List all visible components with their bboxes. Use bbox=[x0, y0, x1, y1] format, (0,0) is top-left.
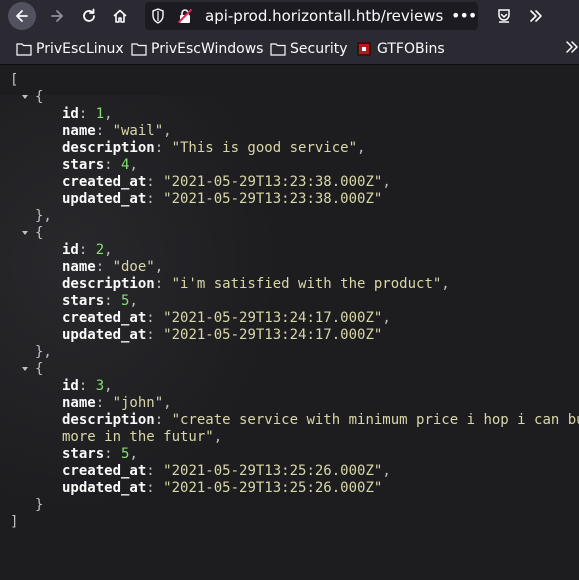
background-image bbox=[0, 95, 280, 515]
tracking-protection-shield-icon[interactable] bbox=[151, 8, 165, 28]
json-value: 3 bbox=[95, 378, 105, 394]
bookmark-label: PrivEscLinux bbox=[36, 41, 124, 57]
json-close-brace: } bbox=[35, 497, 44, 513]
json-key: created_at bbox=[62, 174, 147, 190]
json-row-id: id: 3, bbox=[62, 378, 113, 394]
folder-icon bbox=[16, 42, 32, 56]
json-row-created-at: created_at: "2021-05-29T13:23:38.000Z", bbox=[62, 174, 391, 190]
json-key: updated_at bbox=[62, 327, 147, 343]
gtfobins-favicon bbox=[357, 42, 373, 56]
json-row-id: id: 1, bbox=[62, 106, 113, 122]
json-row-updated-at: updated_at: "2021-05-29T13:23:38.000Z" bbox=[62, 191, 383, 207]
json-key: name bbox=[62, 123, 96, 139]
json-value: "2021-05-29T13:25:26.000Z" bbox=[163, 463, 383, 479]
forward-button[interactable] bbox=[43, 2, 71, 30]
json-value: "2021-05-29T13:24:17.000Z" bbox=[163, 327, 383, 343]
json-key: description bbox=[62, 276, 155, 292]
bookmark-gtfobins[interactable]: GTFOBins bbox=[357, 40, 445, 58]
json-row-description: description: "i'm satisfied with the pro… bbox=[62, 276, 450, 292]
json-row-created-at: created_at: "2021-05-29T13:24:17.000Z", bbox=[62, 310, 391, 326]
json-key: updated_at bbox=[62, 191, 147, 207]
json-value: 1 bbox=[95, 106, 105, 122]
json-value: "create service with minimum price i hop… bbox=[171, 412, 579, 428]
json-value: "2021-05-29T13:24:17.000Z" bbox=[163, 310, 383, 326]
back-button[interactable] bbox=[8, 2, 36, 30]
json-key: created_at bbox=[62, 310, 147, 326]
json-key: stars bbox=[62, 446, 105, 462]
json-row-updated-at: updated_at: "2021-05-29T13:24:17.000Z" bbox=[62, 327, 383, 343]
json-value: "doe" bbox=[112, 259, 155, 275]
json-row-id: id: 2, bbox=[62, 242, 113, 258]
bookmark-label: Security bbox=[290, 41, 348, 57]
json-row-name: name: "wail", bbox=[62, 123, 172, 139]
more-tools-button[interactable] bbox=[522, 2, 550, 30]
json-row-stars: stars: 5, bbox=[62, 446, 138, 462]
json-open-brace: { bbox=[35, 361, 44, 377]
json-value: "i'm satisfied with the product" bbox=[171, 276, 442, 292]
address-bar[interactable]: api-prod.horizontall.htb/reviews ••• bbox=[145, 2, 478, 30]
json-open-brace: { bbox=[35, 89, 44, 105]
bookmark-folder-privesclinux[interactable]: PrivEscLinux bbox=[16, 40, 124, 58]
page-actions-menu[interactable]: ••• bbox=[451, 6, 477, 25]
json-close-brace: }, bbox=[35, 344, 52, 360]
bookmark-folder-privescwindows[interactable]: PrivEscWindows bbox=[131, 40, 263, 58]
json-value: "This is good service" bbox=[171, 140, 358, 156]
json-key: description bbox=[62, 140, 155, 156]
json-key: updated_at bbox=[62, 480, 147, 496]
double-chevron-right-icon bbox=[530, 10, 542, 22]
json-row-stars: stars: 5, bbox=[62, 293, 138, 309]
json-key: description bbox=[62, 412, 155, 428]
bookmark-label: PrivEscWindows bbox=[151, 41, 264, 57]
json-value: "wail" bbox=[112, 123, 164, 139]
reload-button[interactable] bbox=[75, 2, 103, 30]
url-text[interactable]: api-prod.horizontall.htb/reviews bbox=[205, 7, 443, 25]
json-key: created_at bbox=[62, 463, 147, 479]
json-open-brace: { bbox=[35, 225, 44, 241]
pocket-button[interactable] bbox=[490, 2, 518, 30]
bookmark-folder-security[interactable]: Security bbox=[270, 40, 348, 58]
json-row-name: name: "john", bbox=[62, 395, 172, 411]
arrow-right-icon bbox=[51, 10, 63, 22]
json-key: stars bbox=[62, 157, 105, 173]
collapse-toggle-icon[interactable] bbox=[21, 365, 29, 373]
folder-icon bbox=[131, 42, 147, 56]
browser-toolbar: api-prod.horizontall.htb/reviews ••• bbox=[0, 0, 579, 32]
json-row-description: description: "create service with minimu… bbox=[62, 412, 579, 429]
json-key: id bbox=[62, 106, 79, 122]
insecure-lock-icon[interactable] bbox=[177, 8, 193, 28]
json-row-created-at: created_at: "2021-05-29T13:25:26.000Z", bbox=[62, 463, 391, 479]
json-row-description: description: "This is good service", bbox=[62, 140, 366, 156]
json-row-description-wrap: more in the futur", bbox=[62, 429, 223, 445]
reload-icon bbox=[83, 8, 95, 22]
json-row-stars: stars: 4, bbox=[62, 157, 138, 173]
home-icon bbox=[113, 9, 127, 23]
json-key: name bbox=[62, 259, 96, 275]
json-close-bracket: ] bbox=[10, 514, 19, 530]
home-button[interactable] bbox=[106, 2, 134, 30]
json-row-updated-at: updated_at: "2021-05-29T13:25:26.000Z" bbox=[62, 480, 383, 496]
json-value: "john" bbox=[112, 395, 164, 411]
folder-icon bbox=[270, 42, 286, 56]
bookmark-label: GTFOBins bbox=[377, 41, 445, 57]
json-value: "2021-05-29T13:23:38.000Z" bbox=[163, 174, 383, 190]
pocket-icon bbox=[498, 9, 510, 23]
collapse-toggle-icon[interactable] bbox=[21, 229, 29, 237]
json-value: "2021-05-29T13:23:38.000Z" bbox=[163, 191, 383, 207]
json-key: id bbox=[62, 378, 79, 394]
bookmarks-overflow-chevron-icon[interactable] bbox=[566, 40, 578, 58]
json-value: 2 bbox=[95, 242, 105, 258]
bookmarks-toolbar: PrivEscLinux PrivEscWindows Security GTF… bbox=[0, 32, 579, 65]
collapse-toggle-icon[interactable] bbox=[21, 93, 29, 101]
json-value: "2021-05-29T13:25:26.000Z" bbox=[163, 480, 383, 496]
arrow-left-icon bbox=[16, 10, 28, 22]
json-value: more in the futur" bbox=[62, 429, 214, 445]
json-key: stars bbox=[62, 293, 105, 309]
json-key: id bbox=[62, 242, 79, 258]
json-open-bracket: [ bbox=[10, 72, 19, 88]
json-viewer: [ { id: 1, name: "wail", description: "T… bbox=[0, 65, 579, 580]
json-row-name: name: "doe", bbox=[62, 259, 164, 275]
json-key: name bbox=[62, 395, 96, 411]
json-close-brace: }, bbox=[35, 208, 52, 224]
